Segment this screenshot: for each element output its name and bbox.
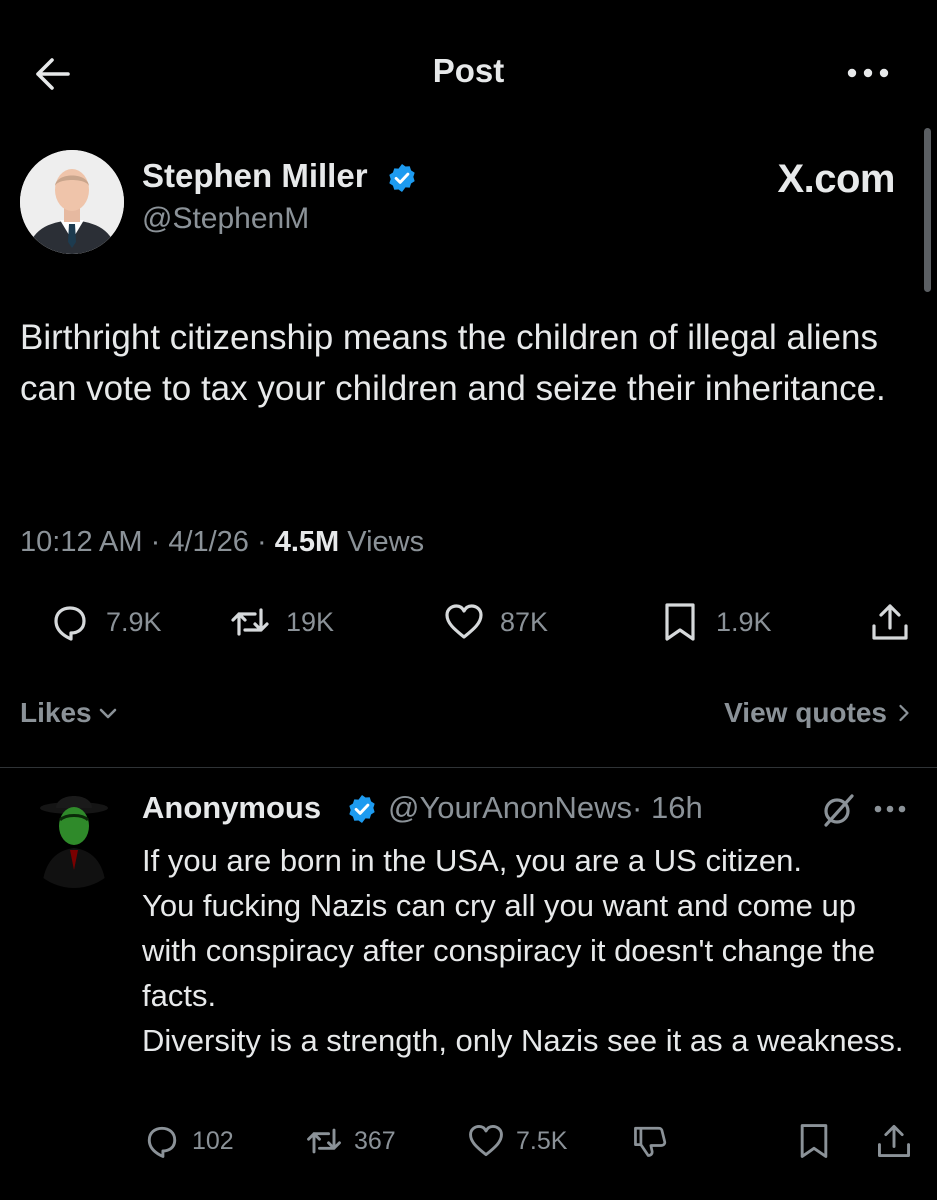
repost-icon (231, 608, 269, 636)
share-icon (878, 1125, 910, 1157)
section-divider (0, 767, 937, 768)
bookmark-icon (665, 603, 695, 641)
chevron-down-icon (99, 708, 116, 719)
reply-like-count: 7.5K (516, 1126, 568, 1155)
reply-repost-button[interactable]: 367 (304, 1120, 396, 1162)
reply-author-name[interactable]: Anonymous (142, 790, 321, 826)
thumbs-down-icon (634, 1126, 667, 1157)
reply-reply-count: 102 (192, 1126, 234, 1155)
page-title: Post (432, 52, 505, 89)
views-count: 4.5M (274, 526, 340, 558)
reply-handle-text: @YourAnonNews (388, 790, 633, 825)
verified-badge-icon (346, 793, 378, 825)
bookmark-icon (800, 1124, 828, 1158)
heart-icon (445, 604, 483, 639)
post-time[interactable]: 10:12 AM (20, 526, 143, 558)
bookmark-button[interactable]: 1.9K (658, 598, 772, 646)
likes-sort-dropdown[interactable]: Likes (20, 697, 118, 729)
more-options-icon[interactable] (844, 62, 892, 84)
verified-badge-icon (386, 162, 418, 194)
watermark-xcom: X.com (777, 157, 895, 201)
dislike-button[interactable] (630, 1120, 670, 1162)
reply-bookmark-button[interactable] (794, 1120, 834, 1162)
bookmark-count: 1.9K (716, 606, 772, 637)
reply-icon (147, 1126, 177, 1158)
view-quotes-label: View quotes (724, 697, 887, 728)
like-count: 87K (500, 606, 549, 637)
meta-separator: · (142, 526, 169, 558)
post-meta: 10:12 AM · 4/1/26 · 4.5M Views (20, 526, 424, 559)
reply-repost-count: 367 (354, 1126, 396, 1155)
view-quotes-link[interactable]: View quotes (724, 697, 911, 729)
chevron-right-icon (899, 704, 909, 722)
share-icon (872, 604, 908, 640)
scrollbar[interactable] (924, 128, 931, 292)
repost-button[interactable]: 19K (228, 598, 334, 646)
reply-count: 7.9K (106, 606, 162, 637)
views-label: Views (339, 526, 425, 558)
reply-like-button[interactable]: 7.5K (466, 1120, 567, 1162)
like-button[interactable]: 87K (442, 598, 548, 646)
reply-icon (54, 606, 86, 641)
author-avatar[interactable] (20, 150, 124, 254)
reply-reply-button[interactable]: 102 (142, 1120, 234, 1162)
reply-author-avatar[interactable] (22, 784, 126, 888)
heart-icon (469, 1125, 503, 1157)
reply-more-options-icon[interactable] (870, 800, 910, 818)
meta-separator: · (248, 526, 275, 558)
repost-icon (307, 1128, 341, 1154)
post-date[interactable]: 4/1/26 (168, 526, 249, 558)
share-button[interactable] (868, 598, 912, 646)
likes-label: Likes (20, 697, 92, 728)
reply-share-button[interactable] (874, 1120, 914, 1162)
reply-button[interactable]: 7.9K (48, 598, 162, 646)
author-name[interactable]: Stephen Miller (142, 157, 368, 195)
author-handle[interactable]: @StephenM (142, 202, 309, 236)
grok-icon[interactable] (818, 792, 858, 828)
reply-text: If you are born in the USA, you are a US… (142, 843, 904, 1058)
reply-author-handle[interactable]: @YourAnonNews· 16h (388, 790, 703, 826)
reply-time: · 16h (632, 790, 703, 825)
post-text: Birthright citizenship means the childre… (20, 318, 886, 408)
repost-count: 19K (286, 606, 335, 637)
